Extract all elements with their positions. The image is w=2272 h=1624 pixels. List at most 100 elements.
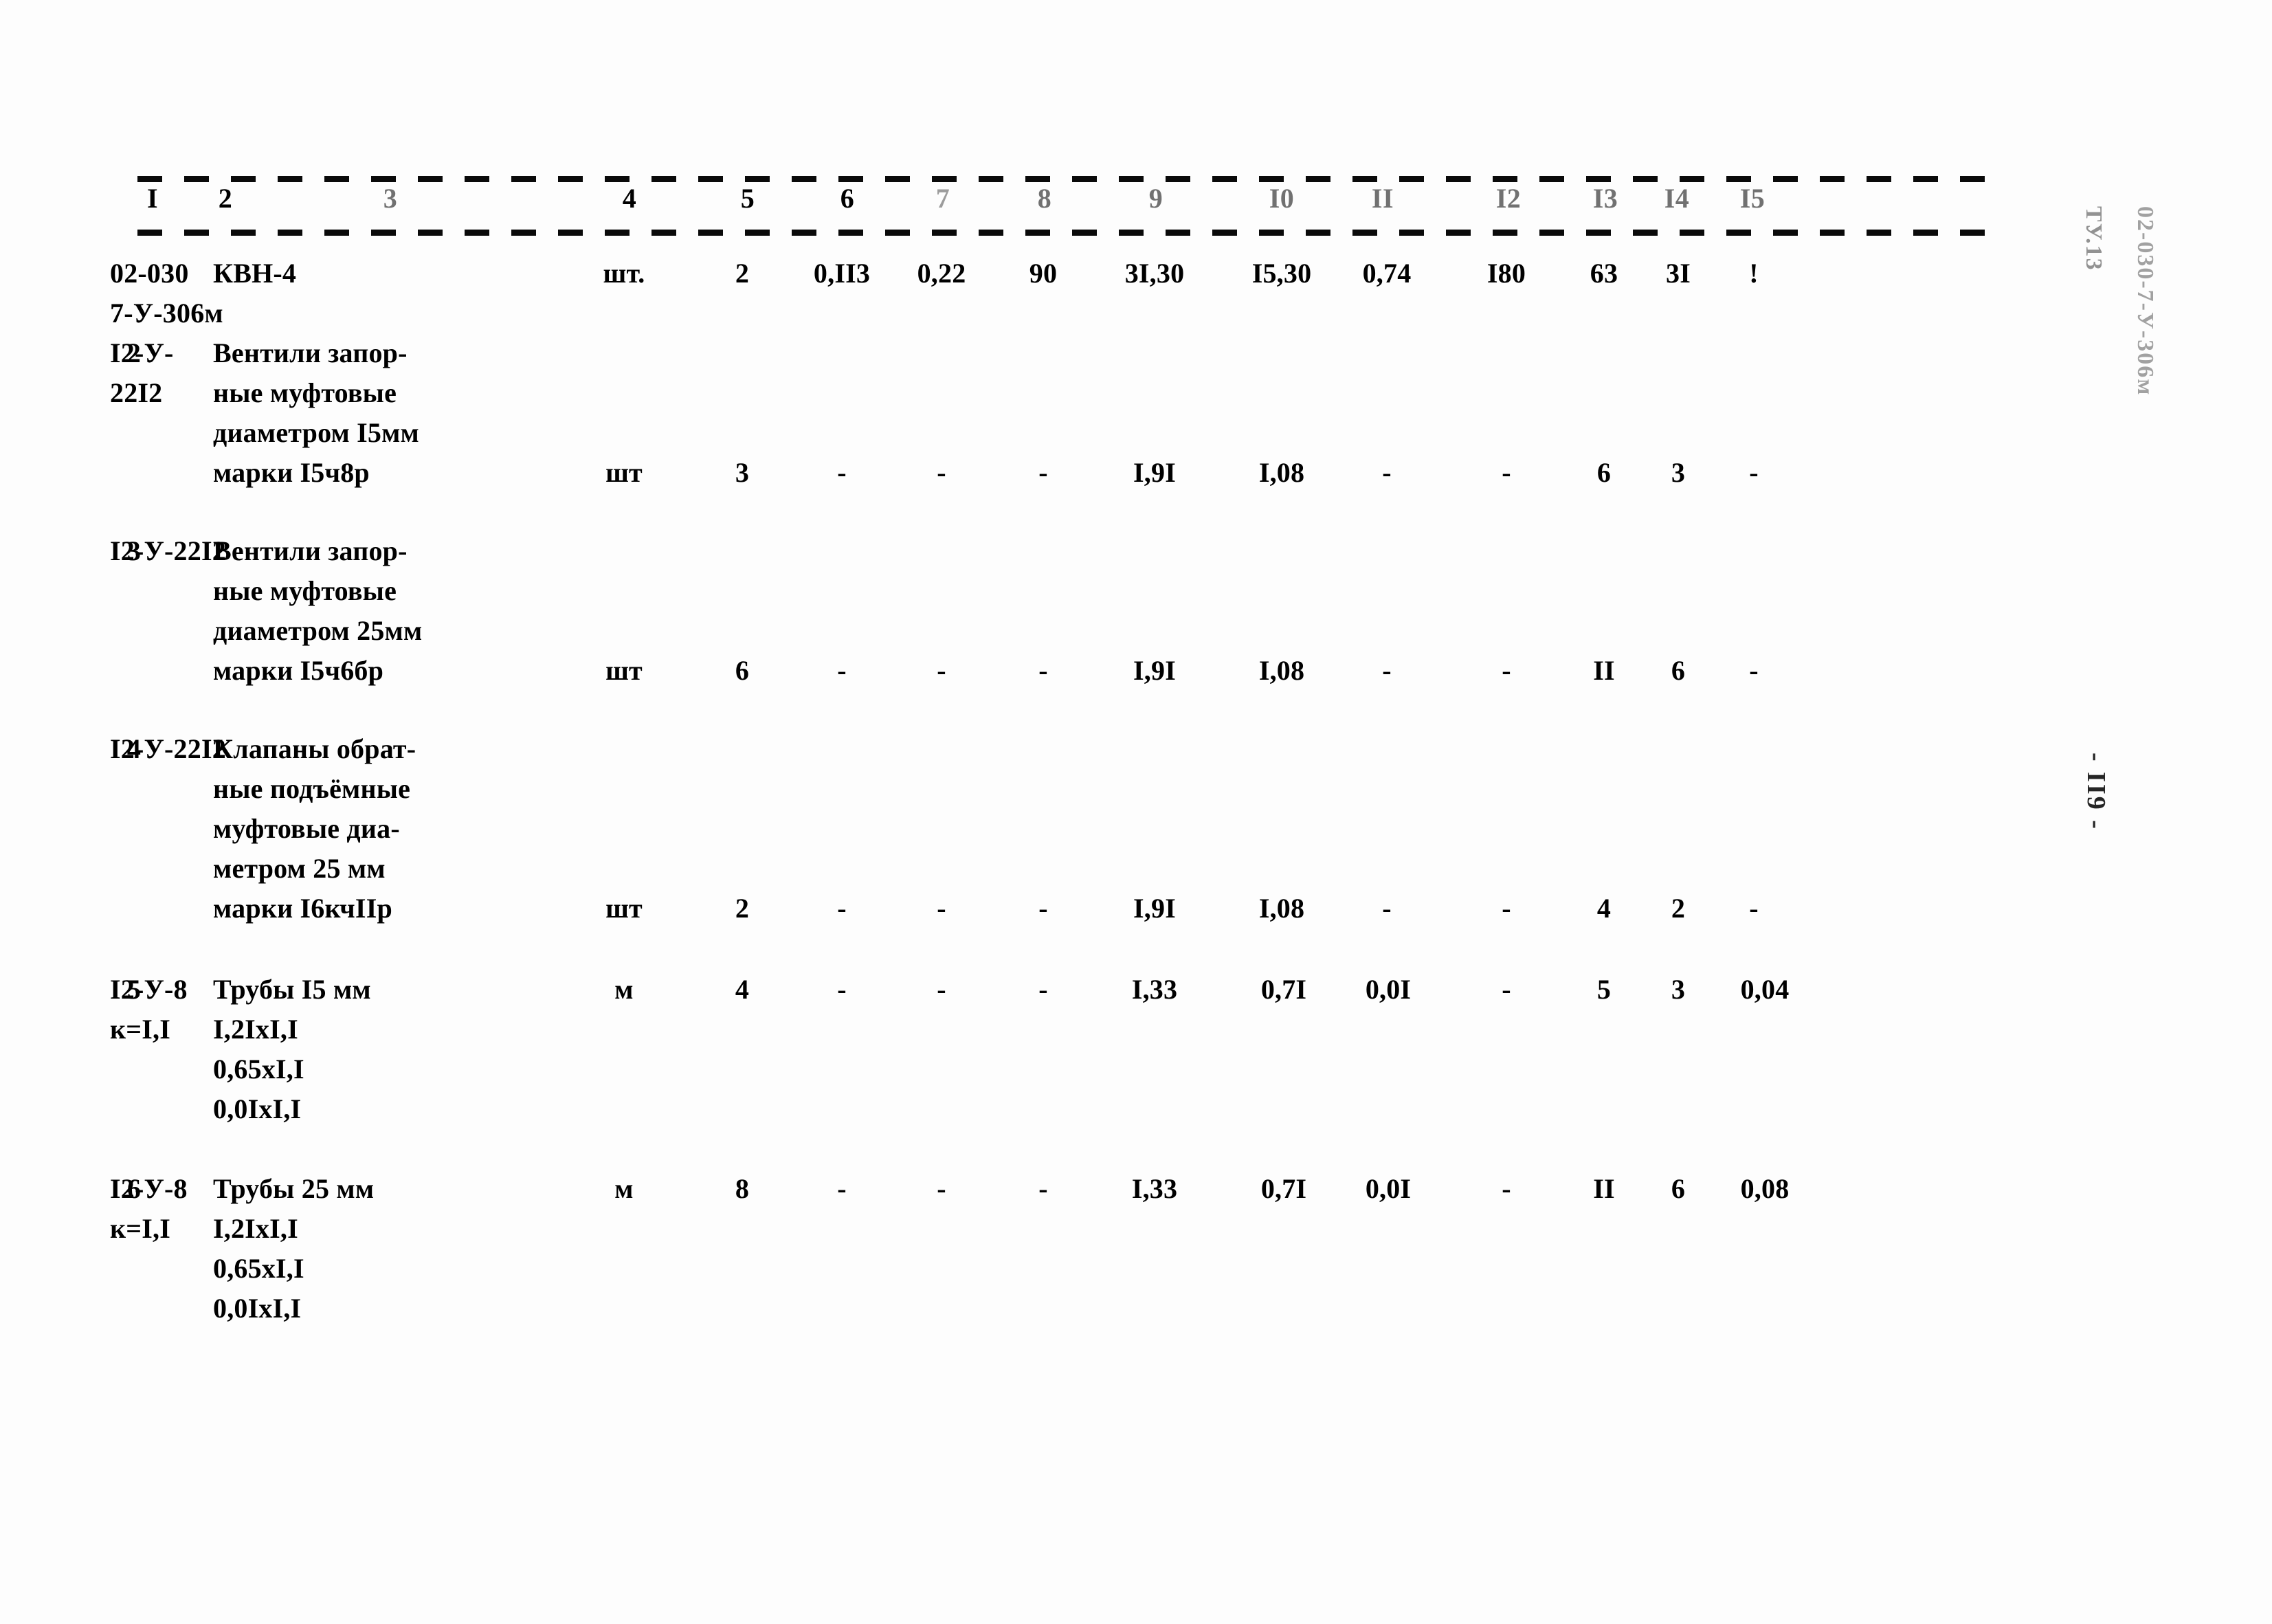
row-col9: I,33: [1131, 1173, 1178, 1204]
row-col6: -: [837, 974, 847, 1005]
row-col15: !: [1749, 258, 1759, 289]
row-unit: шт.: [603, 258, 645, 289]
column-number-14: I4: [1664, 183, 1690, 214]
row-col11: -: [1382, 655, 1392, 686]
row-col5: 3: [735, 457, 750, 488]
row-col12: -: [1502, 974, 1511, 1005]
column-number-3: 3: [383, 183, 398, 214]
row-col9: I,9I: [1133, 457, 1176, 488]
row-col5: 2: [735, 258, 750, 289]
row-col6: -: [837, 655, 847, 686]
table-row: 2 I2-У- 22I2 Вентили запор- ные муфтовые…: [110, 333, 1993, 531]
row-col13: 6: [1596, 457, 1612, 488]
column-number-6: 6: [840, 183, 855, 214]
column-number-7: 7: [935, 183, 950, 214]
scanned-page: I 2 3 4 5 6 7 8 9 I0 II I2 I3 I4 I5 02-0…: [0, 0, 2272, 1624]
row-col9: I,33: [1131, 974, 1178, 1005]
row-col8: -: [1038, 974, 1048, 1005]
row-col8: 90: [1029, 258, 1058, 289]
row-col12: I80: [1486, 258, 1526, 289]
row-col14: 3: [1671, 457, 1686, 488]
row-description: Трубы I5 мм I,2IхI,I 0,65хI,I 0,0IхI,I: [213, 974, 371, 1124]
table-row: 6 I2-У-8 к=I,I Трубы 25 мм I,2IхI,I 0,65…: [110, 1169, 1993, 1368]
row-col9: 3I,30: [1124, 258, 1185, 289]
page-number: - II9 -: [2082, 753, 2110, 831]
row-unit: шт: [605, 655, 643, 686]
column-number-2: 2: [218, 183, 233, 214]
row-col6: 0,II3: [813, 258, 871, 289]
row-unit: шт: [605, 457, 643, 488]
row-description: Вентили запор- ные муфтовые диаметром 25…: [213, 535, 423, 686]
row-col9: I,9I: [1133, 655, 1176, 686]
row-code: I2-У-8 к=I,I: [110, 974, 188, 1045]
row-col11: 0,74: [1362, 258, 1412, 289]
row-col6: -: [837, 893, 847, 924]
row-unit: м: [614, 974, 634, 1005]
row-code: I2-У-8 к=I,I: [110, 1173, 188, 1244]
row-unit: шт: [605, 893, 643, 924]
row-col11: 0,0I: [1365, 1173, 1412, 1204]
row-col12: -: [1502, 1173, 1511, 1204]
table-top-dashed-rule: [137, 175, 1993, 182]
row-col5: 6: [735, 655, 750, 686]
column-number-11: II: [1371, 183, 1394, 214]
row-col6: -: [837, 1173, 847, 1204]
column-number-1: I: [146, 183, 159, 214]
row-unit: м: [614, 1173, 634, 1204]
row-col14: 3I: [1666, 258, 1691, 289]
row-col13: 4: [1596, 893, 1612, 924]
row-code: I2-У-22I2: [110, 535, 226, 566]
row-col10: I5,30: [1251, 258, 1312, 289]
row-col5: 2: [735, 893, 750, 924]
row-col7: 0,22: [917, 258, 966, 289]
row-code: I2-У-22I2: [110, 733, 226, 764]
row-col10: I,08: [1258, 893, 1305, 924]
table-row: 3 I2-У-22I2 Вентили запор- ные муфтовые …: [110, 531, 1993, 729]
row-col15: 0,08: [1740, 1173, 1790, 1204]
table-column-number-header: I 2 3 4 5 6 7 8 9 I0 II I2 I3 I4 I5: [137, 182, 1993, 229]
row-col13: 5: [1596, 974, 1612, 1005]
row-description: Вентили запор- ные муфтовые диаметром I5…: [213, 337, 420, 488]
row-col14: 6: [1671, 1173, 1686, 1204]
row-col8: -: [1038, 1173, 1048, 1204]
table-row: 4 I2-У-22I2 Клапаны обрат- ные подъёмные…: [110, 729, 1993, 970]
row-col12: -: [1502, 655, 1511, 686]
row-col10: I,08: [1258, 457, 1305, 488]
row-col13: II: [1593, 1173, 1615, 1204]
row-description: Клапаны обрат- ные подъёмные муфтовые ди…: [213, 733, 416, 924]
row-col14: 3: [1671, 974, 1686, 1005]
row-code: 02-030 7-У-306м: [110, 258, 223, 329]
row-col11: -: [1382, 893, 1392, 924]
row-col8: -: [1038, 893, 1048, 924]
row-col8: -: [1038, 655, 1048, 686]
row-code: I2-У- 22I2: [110, 337, 174, 408]
row-col10: 0,7I: [1260, 974, 1307, 1005]
row-col7: -: [937, 457, 946, 488]
margin-stamp-secondary: ТУ.13: [2081, 206, 2106, 271]
table-body: 02-030 7-У-306м КВН-4 шт. 2 0,II3 0,22 9…: [110, 245, 1993, 1368]
table-row: 5 I2-У-8 к=I,I Трубы I5 мм I,2IхI,I 0,65…: [110, 970, 1993, 1169]
specification-table: I 2 3 4 5 6 7 8 9 I0 II I2 I3 I4 I5 02-0…: [110, 175, 1993, 1368]
column-number-13: I3: [1592, 183, 1618, 214]
column-number-8: 8: [1037, 183, 1052, 214]
row-col15: 0,04: [1740, 974, 1790, 1005]
column-number-12: I2: [1495, 183, 1522, 214]
column-number-5: 5: [740, 183, 755, 214]
row-col13: 63: [1590, 258, 1618, 289]
row-col11: 0,0I: [1365, 974, 1412, 1005]
row-col7: -: [937, 1173, 946, 1204]
column-number-4: 4: [622, 183, 637, 214]
row-col7: -: [937, 974, 946, 1005]
row-col5: 4: [735, 974, 750, 1005]
row-col14: 2: [1671, 893, 1686, 924]
table-row: 02-030 7-У-306м КВН-4 шт. 2 0,II3 0,22 9…: [110, 245, 1993, 333]
row-col10: 0,7I: [1260, 1173, 1307, 1204]
row-col14: 6: [1671, 655, 1686, 686]
margin-stamp-primary: 02-030-7-У-306м: [2132, 206, 2158, 397]
row-description: Трубы 25 мм I,2IхI,I 0,65хI,I 0,0IхI,I: [213, 1173, 375, 1324]
row-col9: I,9I: [1133, 893, 1176, 924]
table-header-dashed-rule: [137, 229, 1993, 236]
row-col5: 8: [735, 1173, 750, 1204]
column-number-10: I0: [1269, 183, 1295, 214]
row-col8: -: [1038, 457, 1048, 488]
